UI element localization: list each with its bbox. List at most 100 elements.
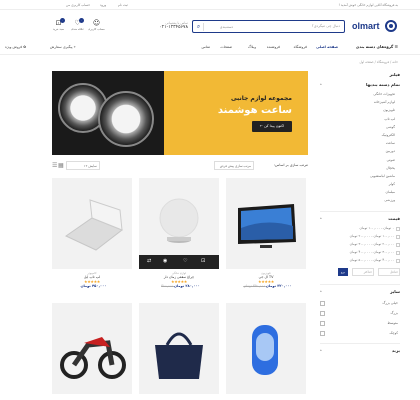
grid-view-icon[interactable]: ▦ [58,162,64,169]
product-actions: ⇄ ◉ ♡ ⊡ [139,255,219,269]
category-item[interactable]: ساعت [320,141,400,149]
product-card[interactable] [139,303,219,394]
my-account-link[interactable]: حساب کاربری من [66,3,90,7]
welcome-text: به فروشگاه آنلاین لوازم خانگی خوش آمدید … [338,3,398,7]
checkbox[interactable] [396,258,400,263]
chevron-up-icon: ▴ [320,215,322,220]
product-card[interactable]: تلویزیون TV ال جی ★★★★★ ۳۲۰,۰۰۰ تومان۳۹۰… [226,178,306,288]
checkbox[interactable] [320,330,325,336]
price-go-button[interactable]: برو [338,267,348,276]
nav-shop[interactable]: فروشگاه [294,45,307,49]
product-image[interactable] [226,303,306,394]
checkbox[interactable] [320,320,325,326]
product-price: ۲۸۰,۰۰۰ تومان۳۱۰,۰۰۰ [161,284,200,288]
checkbox[interactable] [396,226,400,231]
product-card[interactable]: کامپیوتر لپ تاپ اپل ★★★★★ ۴۵۰,۰۰۰ تومان [52,178,132,288]
wishlist-button[interactable]: ♡ ۰ علاقه مندی [69,18,86,35]
wishlist-count: ۰ [79,18,84,23]
category-item[interactable]: دوربین [320,149,400,157]
nav-home[interactable]: صفحه اصلی [316,45,338,49]
register-link[interactable]: ثبت نام [118,3,128,7]
product-image[interactable] [52,178,132,269]
promo-banner[interactable]: مجموعه لوازم جانبی ساعت هوشمند اکنون پید… [52,71,308,155]
all-categories-button[interactable]: ☰ گروه‌های دسته بندی [356,44,398,49]
categories-title[interactable]: تمام دسته بندیها ▴ [320,82,400,88]
product-card[interactable] [226,303,306,394]
price-range-inputs: حداقل حداکثر برو [320,267,400,280]
wishlist-icon[interactable]: ♡ [183,258,187,264]
chevron-up-icon: ▴ [320,82,322,86]
category-item[interactable]: گوشی [320,125,400,133]
user-icon: ☺ [92,19,101,27]
search-category-select[interactable]: دسته‌بندی [203,23,235,31]
size-option[interactable]: متوسط [320,319,400,329]
price-min-input[interactable]: حداقل [378,267,400,276]
nav-contact[interactable]: تماس [201,45,210,49]
nav-blog[interactable]: وبلاگ [248,45,256,49]
per-page-select[interactable]: نمایش ۱۲ [66,161,100,170]
price-range-option[interactable]: ۱۰۰,۰۰۰ تومان - ۲۰۰,۰۰۰ تومان [320,234,400,242]
category-item[interactable]: تلویزیون [320,108,400,116]
price-range-option[interactable]: ۲۰۰,۰۰۰ تومان - ۳۰۰,۰۰۰ تومان [320,242,400,250]
category-item[interactable]: ماشین لباسشویی [320,174,400,182]
product-image[interactable] [52,303,132,394]
breadcrumb: خانه / فروشگاه / صفحه اول [359,60,398,64]
checkbox[interactable] [396,242,400,247]
checkbox[interactable] [396,250,400,255]
nav-vendor[interactable]: فروشنده [267,45,280,49]
category-item[interactable]: ورزشی [320,198,400,206]
search-input[interactable]: دنبال چی میگردی؟ [312,24,340,28]
banner-button[interactable]: اکنون پیدا کن ← [252,121,292,132]
logo-icon [385,20,397,32]
price-range-option[interactable]: ۳۰۰,۰۰۰ تومان - ۴۰۰,۰۰۰ تومان [320,250,400,258]
category-item[interactable]: الکترونیک [320,133,400,141]
shop-toolbar: مرتب سازی بر اساس: مرتب سازی پیش فرض نما… [52,161,308,173]
category-item[interactable]: کولر [320,182,400,190]
category-item[interactable]: لوازم آشپزخانه [320,100,400,108]
compare-icon[interactable]: ⇄ [147,258,151,264]
top-bar: ثبت نام ورود حساب کاربری من به فروشگاه آ… [0,0,420,10]
sort-label: مرتب سازی بر اساس: [273,163,308,167]
filter-sidebar: فیلتر تمام دسته بندیها ▴ تجهیزات خانگی لوا… [320,72,400,358]
search-bar[interactable]: دنبال چی میگردی؟ دسته‌بندی ⌕ [192,20,345,33]
product-card[interactable]: ⇄ ◉ ♡ ⊡ لوازم خانگی چراغ سقفی زمان دار ★… [139,178,219,288]
price-max-input[interactable]: حداکثر [352,267,374,276]
size-title[interactable]: سایز ▴ [320,289,400,295]
special-sale-link[interactable]: ✿ فروش ویژه [5,45,26,49]
price-range-option[interactable]: ۰ تومان - ۱۰۰,۰۰۰ تومان [320,226,400,234]
category-item[interactable]: تجهیزات خانگی [320,92,400,100]
account-button[interactable]: ☺ حساب کاربری [88,19,105,35]
price-range-option[interactable]: ۴۰۰,۰۰۰ تومان - ۵۰۰,۰۰۰ تومان [320,258,400,266]
category-item[interactable]: مبلمان [320,190,400,198]
sort-select[interactable]: مرتب سازی پیش فرض [214,161,254,170]
product-image[interactable] [139,303,219,394]
product-image[interactable] [226,178,306,269]
nav-pages[interactable]: صفحات [220,45,232,49]
size-option[interactable]: کوچک [320,329,400,339]
category-item[interactable]: صوتی [320,158,400,166]
category-item[interactable]: یخچال [320,166,400,174]
track-order-link[interactable]: ⌖ پیگیری سفارش [50,45,76,49]
login-link[interactable]: ورود [100,3,106,7]
main-nav: ☰ گروه‌های دسته بندی صفحه اصلی فروشگاه ف… [0,41,420,55]
checkbox[interactable] [320,300,325,306]
product-price: ۳۲۰,۰۰۰ تومان۳۹۰,۰۰۰ تومان [243,284,292,288]
price-title[interactable]: قیمت ▴ [320,216,400,222]
search-icon[interactable]: ⌕ [194,22,203,31]
brand-title[interactable]: برند ▴ [320,348,400,354]
size-option[interactable]: خیلی بزرگ [320,299,400,309]
category-item[interactable]: لپ تاپ [320,117,400,125]
site-logo[interactable]: olmart [352,19,398,33]
price-list: ۰ تومان - ۱۰۰,۰۰۰ تومان ۱۰۰,۰۰۰ تومان - ۲… [320,226,400,266]
quick-view-icon[interactable]: ◉ [163,258,167,264]
product-image[interactable]: ⇄ ◉ ♡ ⊡ [139,178,219,269]
cart-button[interactable]: ⊡ ۰ سبد خرید [50,18,67,35]
add-to-cart-icon[interactable]: ⊡ [201,258,205,264]
support-phone: تماس با پشتیبانی ۰۲۱-۱۲۳۴۵۶۷۸ [159,21,188,30]
category-list: تجهیزات خانگی لوازم آشپزخانه تلویزیون لپ تا… [320,92,400,207]
checkbox[interactable] [320,310,325,316]
checkbox[interactable] [396,234,400,239]
list-view-icon[interactable]: ☰ [52,162,57,169]
size-option[interactable]: بزرگ [320,309,400,319]
product-card[interactable] [52,303,132,394]
